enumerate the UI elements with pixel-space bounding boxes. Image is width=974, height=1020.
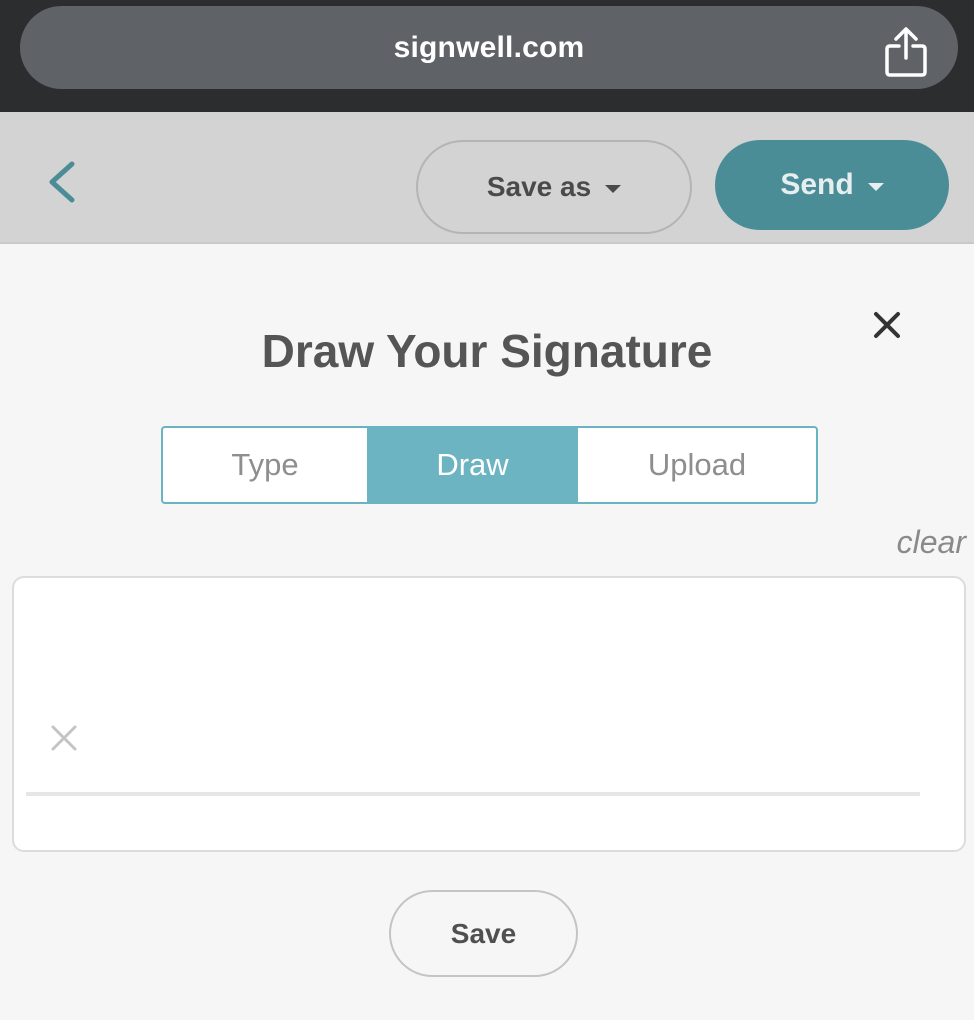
tab-type[interactable]: Type [163,428,367,502]
close-icon[interactable] [868,306,906,344]
caret-down-icon [605,185,622,193]
signature-modal: Draw Your Signature Type Draw Upload cle… [0,242,974,1020]
address-bar[interactable]: signwell.com [20,6,958,89]
modal-title: Draw Your Signature [261,325,713,377]
signature-baseline [26,792,920,796]
signature-canvas[interactable] [12,576,966,852]
browser-bar: signwell.com [0,0,974,112]
chevron-left-icon[interactable] [40,160,84,204]
clear-link[interactable]: clear [897,524,966,561]
share-icon[interactable] [884,26,928,78]
tab-draw[interactable]: Draw [367,428,578,502]
send-button[interactable]: Send [715,140,949,230]
signature-mode-tabs: Type Draw Upload [161,426,818,504]
save-as-label: Save as [486,171,592,202]
app-toolbar: Save as Send [0,112,974,242]
url-text: signwell.com [393,31,585,64]
save-as-button[interactable]: Save as [416,140,692,234]
caret-down-icon [867,183,884,191]
send-label: Send [780,168,854,201]
tab-upload[interactable]: Upload [578,428,816,502]
x-mark-icon [50,724,78,752]
save-button[interactable]: Save [389,890,578,977]
